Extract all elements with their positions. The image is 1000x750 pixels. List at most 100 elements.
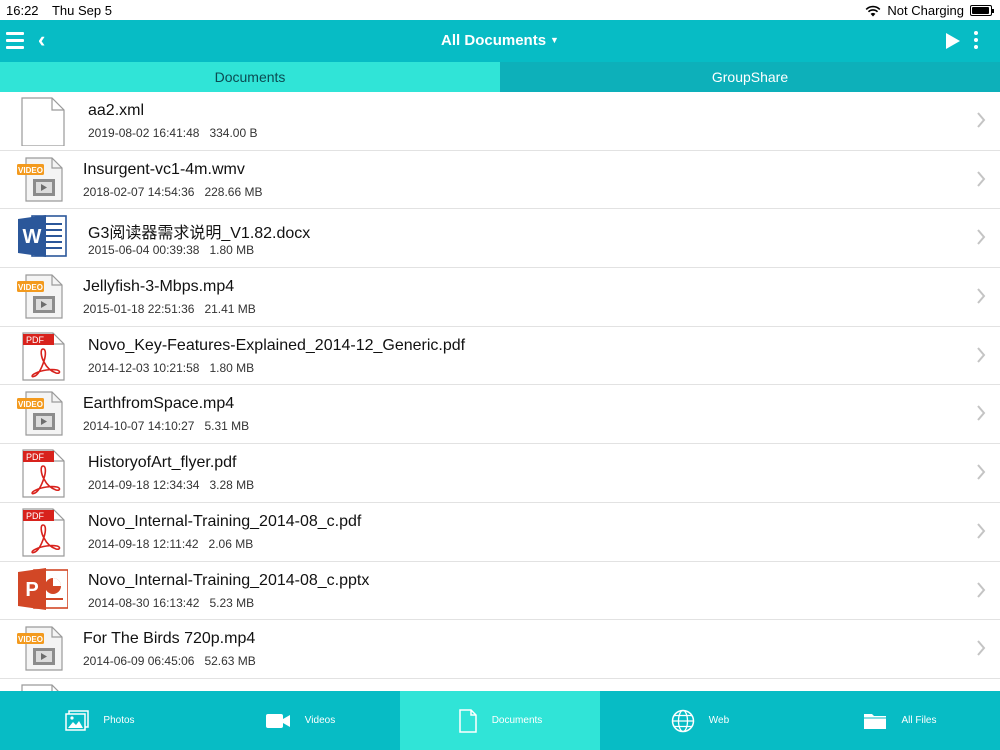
svg-text:W: W	[23, 226, 42, 248]
nav-title-dropdown[interactable]: All Documents ▼	[0, 32, 1000, 49]
word-file-icon: W	[16, 213, 68, 263]
file-row[interactable]: PDF HistoryofArt_flyer.pdf 2014-09-18 12:3…	[0, 444, 1000, 503]
photos-icon	[65, 709, 90, 731]
chevron-right-icon	[976, 288, 986, 304]
svg-text:PDF: PDF	[26, 511, 45, 521]
file-meta: 2019-08-02 16:41:48 334.00 B	[88, 126, 257, 140]
segment-groupshare[interactable]: GroupShare	[500, 62, 1000, 92]
file-icon	[16, 96, 68, 147]
file-date: 2014-06-09 06:45:06	[83, 654, 195, 669]
chevron-right-icon	[976, 405, 986, 422]
tab-label: All Files	[901, 715, 937, 726]
chevron-right-icon	[976, 523, 986, 539]
file-date: 2015-06-04 00:39:38	[88, 243, 200, 258]
tab-label: Videos	[304, 715, 336, 726]
svg-text:VIDEO: VIDEO	[18, 400, 43, 409]
svg-text:P: P	[25, 579, 38, 601]
tab-label: Documents	[491, 715, 543, 726]
file-row[interactable]: W G3阅读器需求说明_V1.82.docx 2015-06-04 00:39:38…	[0, 209, 1000, 269]
play-icon[interactable]	[946, 33, 960, 49]
chevron-right-icon	[976, 347, 986, 363]
tab-photos[interactable]: Photos	[0, 691, 200, 750]
file-name: Novo_Internal-Training_2014-08_c.pptx	[88, 571, 370, 589]
tab-documents[interactable]: Documents	[400, 691, 600, 750]
video-file-icon: VIDEO	[16, 155, 68, 205]
battery-icon	[970, 5, 994, 16]
video-camera-icon	[265, 713, 290, 728]
file-date: 2018-02-07 14:54:36	[83, 184, 195, 199]
file-meta: 2014-06-09 06:45:06 52.63 MB	[83, 654, 256, 668]
file-row[interactable]: VIDEO Insurgent-vc1-4m.wmv 2018-02-07 14:5…	[0, 151, 1000, 210]
file-meta: 2014-08-30 16:13:42 5.23 MB	[88, 596, 254, 610]
file-meta: 2014-12-03 10:21:58 1.80 MB	[88, 361, 254, 375]
file-row[interactable]: PDF Novo_Key-Features-Explained_2014-12_G…	[0, 327, 1000, 386]
tab-label: Photos	[103, 715, 135, 726]
file-row[interactable]: VIDEO For The Birds 720p.mp4 2014-06-09 06…	[0, 620, 1000, 679]
pdf-file-icon: PDF	[16, 331, 68, 381]
file-size: 21.41 MB	[204, 302, 256, 317]
status-bar: 16:22 Thu Sep 5 Not Charging	[0, 0, 1000, 20]
file-row[interactable]: VIDEO EarthfromSpace.mp4 2014-10-07 14:10:…	[0, 385, 1000, 445]
file-name: For The Birds 720p.mp4	[83, 630, 256, 648]
file-meta: 2018-02-07 14:54:36 228.66 MB	[83, 185, 262, 199]
charging-status: Not Charging	[887, 3, 964, 18]
file-meta: 2014-10-07 14:10:27 5.31 MB	[83, 419, 249, 433]
file-size: 2.06 MB	[208, 536, 254, 551]
file-row[interactable]: VIDEO Jellyfish-3-Mbps.mp4 2015-01-18 22:5…	[0, 268, 1000, 327]
file-meta: 2014-09-18 12:34:34 3.28 MB	[88, 478, 254, 492]
file-name: Jellyfish-3-Mbps.mp4	[83, 278, 235, 296]
file-row[interactable]: aa2.xml 2019-08-02 16:41:48 334.00 B	[0, 92, 1000, 151]
segment-documents[interactable]: Documents	[0, 62, 500, 92]
wifi-icon	[866, 5, 881, 16]
file-row[interactable]: PDF Novo_Internal-Training_2014-08_c.pdf 2…	[0, 503, 1000, 562]
file-date: 2014-09-18 12:34:34	[88, 478, 200, 493]
tab-label: Web	[708, 715, 730, 726]
tab-videos[interactable]: Videos	[200, 691, 400, 750]
document-icon	[458, 708, 477, 733]
svg-text:PDF: PDF	[26, 452, 45, 462]
status-time: 16:22	[6, 3, 39, 18]
file-date: 2014-10-07 14:10:27	[83, 419, 195, 434]
svg-text:VIDEO: VIDEO	[18, 283, 43, 292]
file-size: 5.31 MB	[204, 419, 250, 434]
file-date: 2015-01-18 22:51:36	[83, 302, 195, 317]
file-row[interactable]	[0, 679, 1000, 691]
status-date: Thu Sep 5	[51, 3, 112, 18]
file-size: 228.66 MB	[204, 184, 263, 199]
chevron-right-icon	[976, 229, 986, 246]
folder-icon	[864, 713, 887, 729]
file-name: HistoryofArt_flyer.pdf	[88, 454, 237, 472]
tab-all-files[interactable]: All Files	[800, 691, 1000, 750]
pdf-file-icon: PDF	[16, 448, 68, 498]
video-file-icon: VIDEO	[16, 389, 68, 439]
chevron-right-icon	[976, 171, 986, 187]
chevron-right-icon	[976, 112, 986, 128]
video-file-icon: VIDEO	[16, 624, 68, 674]
nav-title: All Documents	[441, 32, 547, 49]
svg-text:PDF: PDF	[26, 335, 45, 345]
file-row[interactable]: P Novo_Internal-Training_2014-08_c.pptx 20…	[0, 562, 1000, 621]
video-file-icon: VIDEO	[16, 272, 68, 322]
segment-control: Documents GroupShare	[0, 62, 1000, 92]
file-name: aa2.xml	[88, 102, 145, 119]
more-vertical-icon[interactable]	[974, 31, 978, 52]
chevron-right-icon	[976, 640, 986, 656]
file-name: Novo_Key-Features-Explained_2014-12_Gene…	[88, 336, 466, 354]
tab-web[interactable]: Web	[600, 691, 800, 750]
file-date: 2014-09-18 12:11:42	[88, 536, 199, 551]
file-name: Insurgent-vc1-4m.wmv	[83, 160, 245, 178]
file-date: 2019-08-02 16:41:48	[88, 126, 200, 140]
file-meta: 2015-06-04 00:39:38 1.80 MB	[88, 243, 254, 257]
powerpoint-file-icon: P	[16, 566, 69, 616]
globe-icon	[671, 709, 695, 732]
file-name: G3阅读器需求说明_V1.82.docx	[88, 225, 311, 243]
file-date: 2014-08-30 16:13:42	[88, 595, 200, 610]
svg-text:VIDEO: VIDEO	[18, 166, 43, 175]
chevron-right-icon	[976, 464, 986, 480]
file-name: EarthfromSpace.mp4	[83, 395, 235, 413]
file-list: aa2.xml 2019-08-02 16:41:48 334.00 B VIDEO I…	[0, 92, 1000, 691]
nav-bar: ‹ All Documents ▼	[0, 20, 1000, 62]
caret-down-icon: ▼	[550, 35, 559, 45]
tab-bar: Photos Videos Documents Web All Files	[0, 691, 1000, 750]
file-size: 1.80 MB	[209, 243, 255, 258]
